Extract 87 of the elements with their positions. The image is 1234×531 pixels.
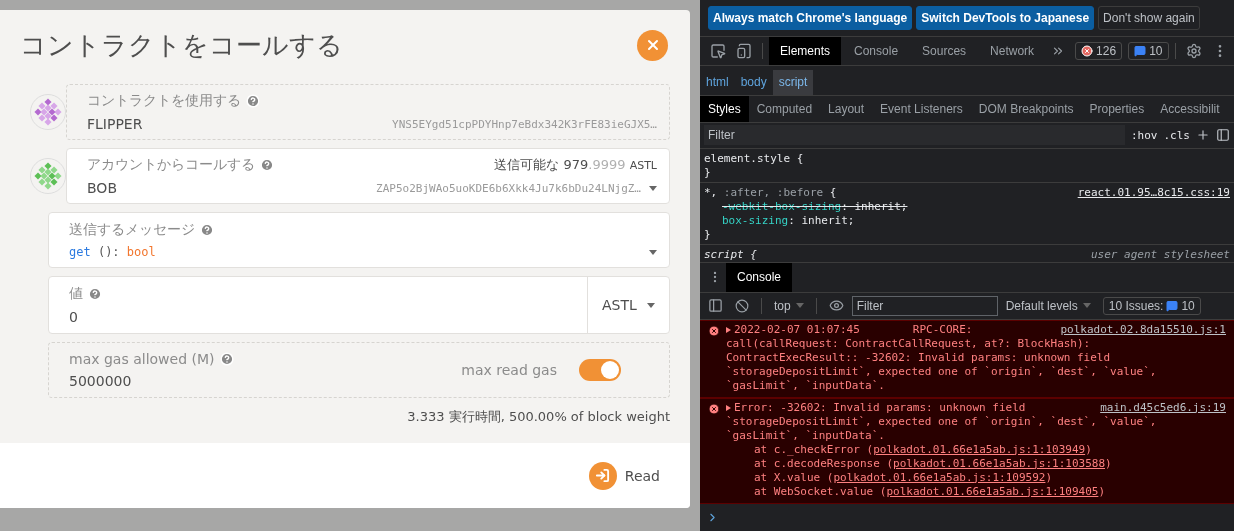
message-signature: get (): bool [69,245,156,259]
field-label: max gas allowed (M) [69,351,215,367]
account-name: BOB [87,180,117,196]
caret-icon [649,249,657,255]
add-icon[interactable] [1196,128,1210,143]
devtools-tab[interactable]: Sources [911,37,978,65]
language-banner-button[interactable]: Switch DevTools to Japanese [916,6,1095,31]
breadcrumb[interactable]: script [772,69,814,96]
contract-address: YNS5EYgd51cpPDYHnp7eBdx342K3rFE83ieGJX5… [392,117,657,131]
message-select[interactable]: 送信するメッセージ get (): bool [48,212,670,268]
stack-link[interactable]: polkadot.01.66e1a5ab.js:1:103588 [893,456,1105,470]
language-banner-button[interactable]: Don't show again [1098,6,1200,31]
stack-link[interactable]: polkadot.01.66e1a5ab.js:1:109405 [886,484,1099,498]
dialog-title: コントラクトをコールする [20,28,343,62]
weight-note: 3.333 実行時間, 500.00% of block weight [406,408,670,426]
stack-frame: at WebSocket.value (polkadot.01.66e1a5ab.js:1:109405) [726,484,1226,499]
log-levels-select[interactable]: Default levels [1001,298,1095,313]
account-select[interactable]: アカウントからコールする 送信可能な 979.9999 ASTL BOB ZAP5o2BjWAo5uoKDE6b6Xkk4Ju7k6bDu24LNjgZ… [66,148,670,204]
devtools-tab[interactable]: Console [843,37,910,65]
error-text: call(callRequest: ContractCallRequest, at?: BlockHash): [726,336,1092,351]
error-text: 2022-02-07 01:07:45 RPC-CORE: [726,322,973,337]
account-address: ZAP5o2BjWAo5uoKDE6b6Xkk4Ju7k6bDu24LNjgZ… [376,181,641,195]
error-text: `storageDepositLimit`, expected one of `origin`, `dest`, `value`, [726,414,1158,429]
devtools-tab[interactable]: Elements [769,37,842,65]
styles-tab[interactable]: Event Listeners [872,96,971,122]
error-text: Error: -32602: Invalid params: unknown field [726,400,1026,415]
stack-frame: at c.decodeResponse (polkadot.01.66e1a5ab.js:1:103588) [726,456,1226,471]
hov-toggle[interactable]: :hov [1131,128,1158,142]
devtools-tab[interactable]: Network [979,37,1046,65]
issues-counter[interactable]: 10 Issues: 10 [1102,296,1201,315]
error-text: `gasLimit`, `inputData`. [726,378,886,393]
message-icon [1134,44,1147,57]
styles-tab[interactable]: Layout [820,96,873,122]
css-property: -webkit-box-sizing: inherit; [721,200,909,214]
identicon-avatar [30,158,66,194]
sidebar-toggle-icon[interactable] [1216,128,1230,143]
help-icon[interactable] [219,352,234,366]
stack-link[interactable]: polkadot.01.66e1a5ab.js:1:109592 [833,470,1046,484]
error-text: ContractExecResult:: -32602: Invalid params: unknown field [726,350,1112,365]
gas-value: 5000000 [69,373,132,389]
stack-frame: at X.value (polkadot.01.66e1a5ab.js:1:109592) [726,470,1226,485]
read-button[interactable]: Read [588,461,660,490]
css-selector: element.style { [704,152,804,166]
message-counter[interactable]: 10 [1128,41,1169,60]
closing-brace: } [704,228,712,242]
help-icon[interactable] [200,223,214,237]
language-banner-button[interactable]: Always match Chrome's language [708,6,913,31]
stack-link[interactable]: polkadot.01.66e1a5ab.js:1:103949 [873,442,1086,456]
caret-icon [649,185,657,191]
field-label: 送信するメッセージ [69,221,195,239]
source-link[interactable]: main.d45c5ed6.js:19 [1100,400,1226,415]
source-link[interactable]: polkadot.02.8da15510.js:1 [1060,322,1226,337]
balance-text: 送信可能な 979.9999 ASTL [494,156,657,174]
css-property: box-sizing: inherit; [721,214,856,228]
styles-tab[interactable]: Properties [1081,96,1153,122]
message-icon [1166,299,1179,312]
help-icon[interactable] [260,158,274,172]
styles-filter-input[interactable]: Filter [704,125,1125,146]
styles-tab[interactable]: Computed [748,96,821,122]
context-select[interactable]: top [770,298,808,313]
css-selector: script { [704,248,757,262]
cls-toggle[interactable]: .cls [1163,128,1190,142]
breadcrumb[interactable]: body [734,69,773,96]
error-text: `gasLimit`, `inputData`. [726,428,886,443]
contract-name: FLIPPER [87,116,143,132]
styles-tab[interactable]: Accessibilit [1152,96,1228,122]
field-label: アカウントからコールする [87,156,255,174]
stack-frame: at c._checkError (polkadot.01.66e1a5ab.js:1:103949) [726,442,1226,457]
max-read-gas-toggle[interactable] [579,359,621,381]
console-drawer-tab[interactable]: Console [726,262,793,293]
field-label: コントラクトを使用する [87,92,241,110]
closing-brace: } [704,166,712,180]
breadcrumb[interactable]: html [700,69,735,96]
rule-source: user agent stylesheet [1090,248,1230,262]
styles-tab[interactable]: DOM Breakpoints [970,96,1082,122]
rule-source[interactable]: react.01.95…8c15.css:19 [1077,186,1230,200]
error-text: `storageDepositLimit`, expected one of `origin`, `dest`, `value`, [726,364,1158,379]
error-icon [708,402,720,415]
styles-tab[interactable]: Styles [700,96,749,122]
help-icon[interactable] [246,94,260,108]
identicon-avatar [30,94,66,130]
css-selector: *, :after, :before { [704,186,837,200]
console-filter-input[interactable]: Filter [851,295,998,316]
error-icon [708,324,720,337]
error-counter[interactable]: 126 [1075,41,1123,60]
toggle-label: max read gas [461,362,557,378]
error-icon [1081,44,1094,57]
